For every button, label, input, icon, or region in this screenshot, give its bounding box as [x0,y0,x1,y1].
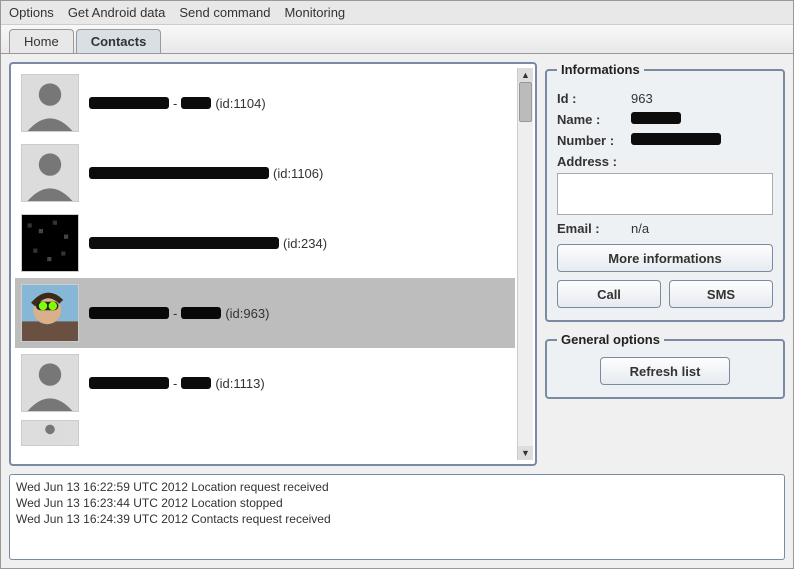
content-area: - (id:1104) (id:1106) [1,54,793,568]
informations-panel: Informations Id :963 Name : Number : Add… [545,62,785,322]
app-window: Options Get Android data Send command Mo… [0,0,794,569]
avatar-silhouette [21,74,79,132]
informations-legend: Informations [557,62,644,77]
redacted-name-2 [181,377,211,389]
scroll-up-icon[interactable]: ▲ [518,68,533,82]
contacts-list[interactable]: - (id:1104) (id:1106) [15,68,515,460]
contact-id: (id:1113) [215,376,264,391]
contact-row[interactable] [15,418,515,448]
contact-id: (id:1106) [273,166,323,181]
contact-label: - (id:963) [89,306,269,321]
address-box [557,173,773,215]
address-label: Address : [557,154,631,169]
avatar-silhouette [21,354,79,412]
contact-id: (id:1104) [215,96,265,111]
name-label: Name : [557,112,631,127]
redacted-name-2 [181,307,221,319]
contacts-scrollbar[interactable]: ▲ ▼ [517,68,533,460]
contact-label: (id:1106) [89,166,323,181]
scroll-down-icon[interactable]: ▼ [518,446,533,460]
name-redacted [631,112,681,124]
menu-options[interactable]: Options [9,5,54,20]
log-line: Wed Jun 13 16:22:59 UTC 2012 Location re… [16,479,778,495]
avatar-silhouette [21,144,79,202]
contact-row[interactable]: - (id:1113) [15,348,515,418]
scroll-thumb[interactable] [519,82,532,122]
general-options-panel: General options Refresh list [545,332,785,399]
contact-label: - (id:1104) [89,96,266,111]
redacted-name-2 [181,97,211,109]
side-pane: Informations Id :963 Name : Number : Add… [545,62,785,466]
sms-button[interactable]: SMS [669,280,773,308]
log-pane: Wed Jun 13 16:22:59 UTC 2012 Location re… [9,474,785,560]
contact-row[interactable]: - (id:1104) [15,68,515,138]
contact-id: (id:963) [225,306,269,321]
id-label: Id : [557,91,631,106]
email-value: n/a [631,221,773,236]
contact-row-selected[interactable]: - (id:963) [15,278,515,348]
avatar-silhouette [21,420,79,446]
avatar-noise [21,214,79,272]
contact-id: (id:234) [283,236,327,251]
tab-bar: Home Contacts [1,25,793,54]
more-informations-button[interactable]: More informations [557,244,773,272]
tab-contacts[interactable]: Contacts [76,29,162,53]
log-line: Wed Jun 13 16:23:44 UTC 2012 Location st… [16,495,778,511]
main-split: - (id:1104) (id:1106) [9,62,785,466]
refresh-list-button[interactable]: Refresh list [600,357,730,385]
number-label: Number : [557,133,631,148]
email-label: Email : [557,221,631,236]
redacted-name [89,237,279,249]
redacted-name [89,97,169,109]
general-options-legend: General options [557,332,664,347]
contact-label: (id:234) [89,236,327,251]
menu-send-command[interactable]: Send command [179,5,270,20]
tab-home[interactable]: Home [9,29,74,53]
contact-label: - (id:1113) [89,376,265,391]
avatar-photo [21,284,79,342]
redacted-name [89,167,269,179]
contact-row[interactable]: (id:234) [15,208,515,278]
id-value: 963 [631,91,773,106]
contact-row[interactable]: (id:1106) [15,138,515,208]
number-redacted [631,133,721,145]
contacts-list-pane: - (id:1104) (id:1106) [9,62,537,466]
call-button[interactable]: Call [557,280,661,308]
menu-monitoring[interactable]: Monitoring [284,5,345,20]
redacted-name [89,307,169,319]
menubar: Options Get Android data Send command Mo… [1,1,793,25]
menu-get-android-data[interactable]: Get Android data [68,5,166,20]
log-line: Wed Jun 13 16:24:39 UTC 2012 Contacts re… [16,511,778,527]
redacted-name [89,377,169,389]
